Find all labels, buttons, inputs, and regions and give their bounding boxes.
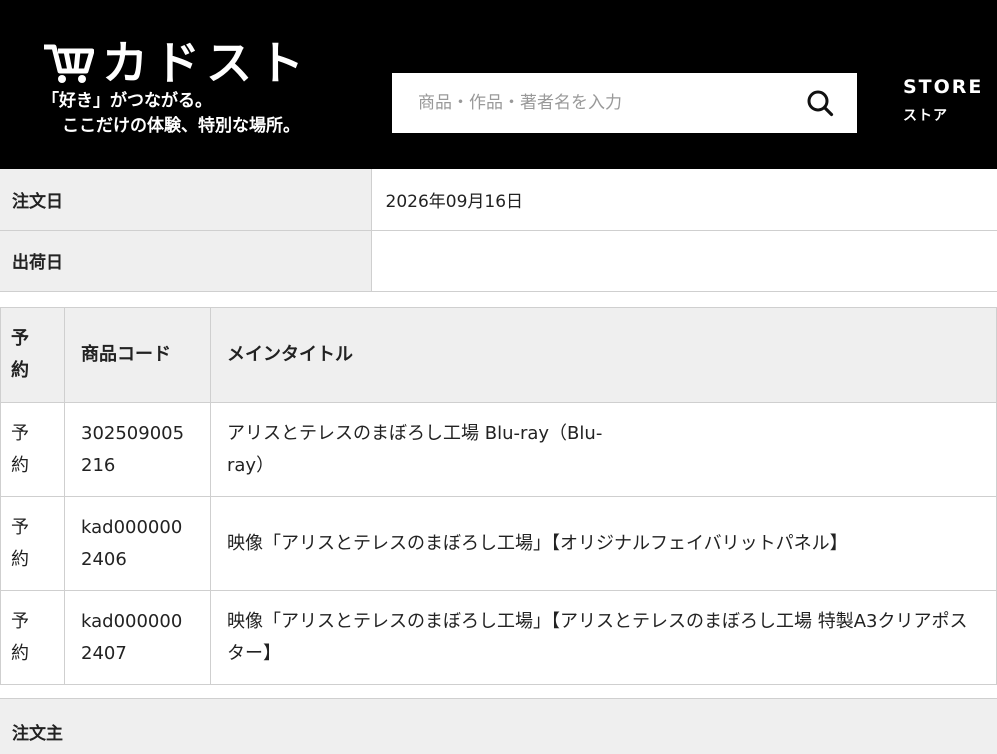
tagline-line1: 「好き」がつながる。 bbox=[42, 91, 212, 111]
search-bar bbox=[392, 73, 857, 133]
order-info-table: 注文日 2026年09月16日 出荷日 bbox=[0, 169, 997, 292]
order-items-table: 予約 商品コード メインタイトル 予約 302509005216 アリスとテレス… bbox=[0, 307, 997, 685]
table-row: 予約 kad0000002407 映像「アリスとテレスのまぼろし工場」【アリスと… bbox=[0, 590, 997, 685]
reserve-cell: 予約 bbox=[0, 496, 65, 591]
product-code-cell: 302509005216 bbox=[64, 402, 211, 497]
ship-date-row: 出荷日 bbox=[0, 230, 997, 292]
reserve-cell: 予約 bbox=[0, 402, 65, 497]
cart-logo-icon bbox=[44, 44, 94, 83]
search-input[interactable] bbox=[392, 73, 783, 133]
product-code-cell: kad0000002407 bbox=[64, 590, 211, 685]
table-row: 予約 302509005216 アリスとテレスのまぼろし工場 Blu-ray（B… bbox=[0, 402, 997, 497]
store-label-en: STORE bbox=[903, 76, 984, 98]
site-header: カドスト 「好き」がつながる。 ここだけの体験、特別な場所。 STORE ストア bbox=[0, 0, 997, 169]
title-cell: アリスとテレスのまぼろし工場 Blu-ray（Blu-ray） bbox=[210, 402, 997, 497]
site-logo[interactable]: カドスト bbox=[42, 40, 310, 86]
header-main-title: メインタイトル bbox=[210, 307, 997, 403]
order-date-row: 注文日 2026年09月16日 bbox=[0, 169, 997, 231]
table-row: 予約 kad0000002406 映像「アリスとテレスのまぼろし工場」【オリジナ… bbox=[0, 496, 997, 591]
title-cell: 映像「アリスとテレスのまぼろし工場」【アリスとテレスのまぼろし工場 特製A3クリ… bbox=[210, 590, 997, 685]
product-code-cell: kad0000002406 bbox=[64, 496, 211, 591]
store-link[interactable]: STORE ストア bbox=[903, 76, 984, 124]
reserve-cell: 予約 bbox=[0, 590, 65, 685]
logo-text: カドスト bbox=[102, 36, 310, 90]
items-header-row: 予約 商品コード メインタイトル bbox=[0, 307, 997, 403]
title-cell: 映像「アリスとテレスのまぼろし工場」【オリジナルフェイバリットパネル】 bbox=[210, 496, 997, 591]
header-product-code: 商品コード bbox=[64, 307, 211, 403]
ship-date-value bbox=[371, 230, 997, 292]
search-icon bbox=[807, 90, 834, 117]
orderer-section-header: 注文主 bbox=[0, 698, 997, 754]
header-reserve: 予約 bbox=[0, 307, 65, 403]
search-button[interactable] bbox=[783, 73, 857, 133]
store-label-jp: ストア bbox=[903, 108, 948, 124]
ship-date-label: 出荷日 bbox=[0, 230, 372, 292]
order-date-value: 2026年09月16日 bbox=[371, 169, 997, 231]
order-date-label: 注文日 bbox=[0, 169, 372, 231]
tagline-line2: ここだけの体験、特別な場所。 bbox=[62, 116, 300, 136]
